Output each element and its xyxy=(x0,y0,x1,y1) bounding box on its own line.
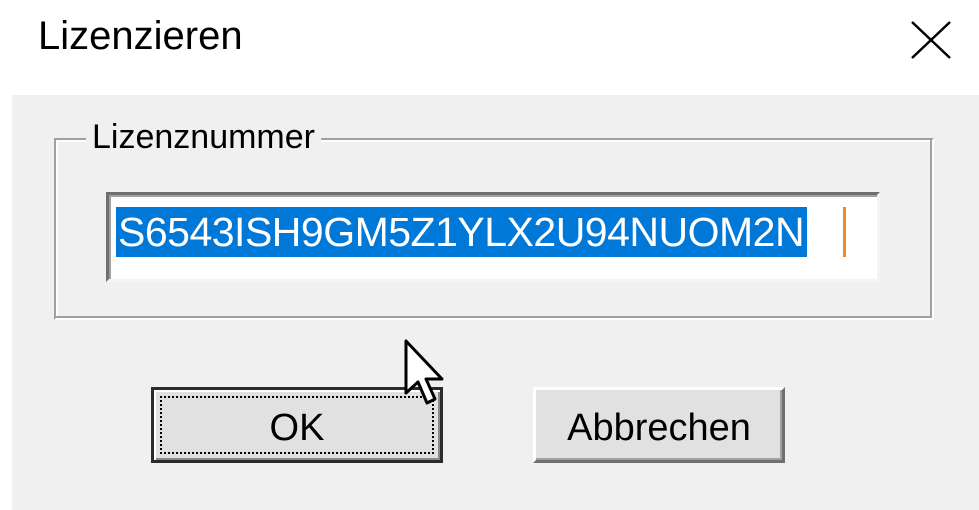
text-caret xyxy=(843,207,846,257)
license-groupbox: Lizenznummer S6543ISH9GM5Z1YLX2U94NUOM2N xyxy=(54,116,934,320)
dialog-body: Lizenznummer S6543ISH9GM5Z1YLX2U94NUOM2N… xyxy=(12,95,979,510)
cancel-button-label: Abbrechen xyxy=(567,407,751,449)
close-button[interactable] xyxy=(908,20,954,60)
license-number-input[interactable]: S6543ISH9GM5Z1YLX2U94NUOM2N xyxy=(106,192,880,282)
license-dialog: Lizenzieren Lizenznummer S6543ISH9GM5Z1Y… xyxy=(0,0,979,510)
license-number-value[interactable]: S6543ISH9GM5Z1YLX2U94NUOM2N xyxy=(116,207,808,257)
mouse-pointer-icon xyxy=(404,339,444,405)
groupbox-label: Lizenznummer xyxy=(86,116,321,158)
ok-button-label: OK xyxy=(269,407,325,449)
title-bar: Lizenzieren xyxy=(0,0,979,92)
cancel-button[interactable]: Abbrechen xyxy=(533,387,785,463)
close-icon xyxy=(911,21,951,59)
dialog-title: Lizenzieren xyxy=(38,14,243,58)
